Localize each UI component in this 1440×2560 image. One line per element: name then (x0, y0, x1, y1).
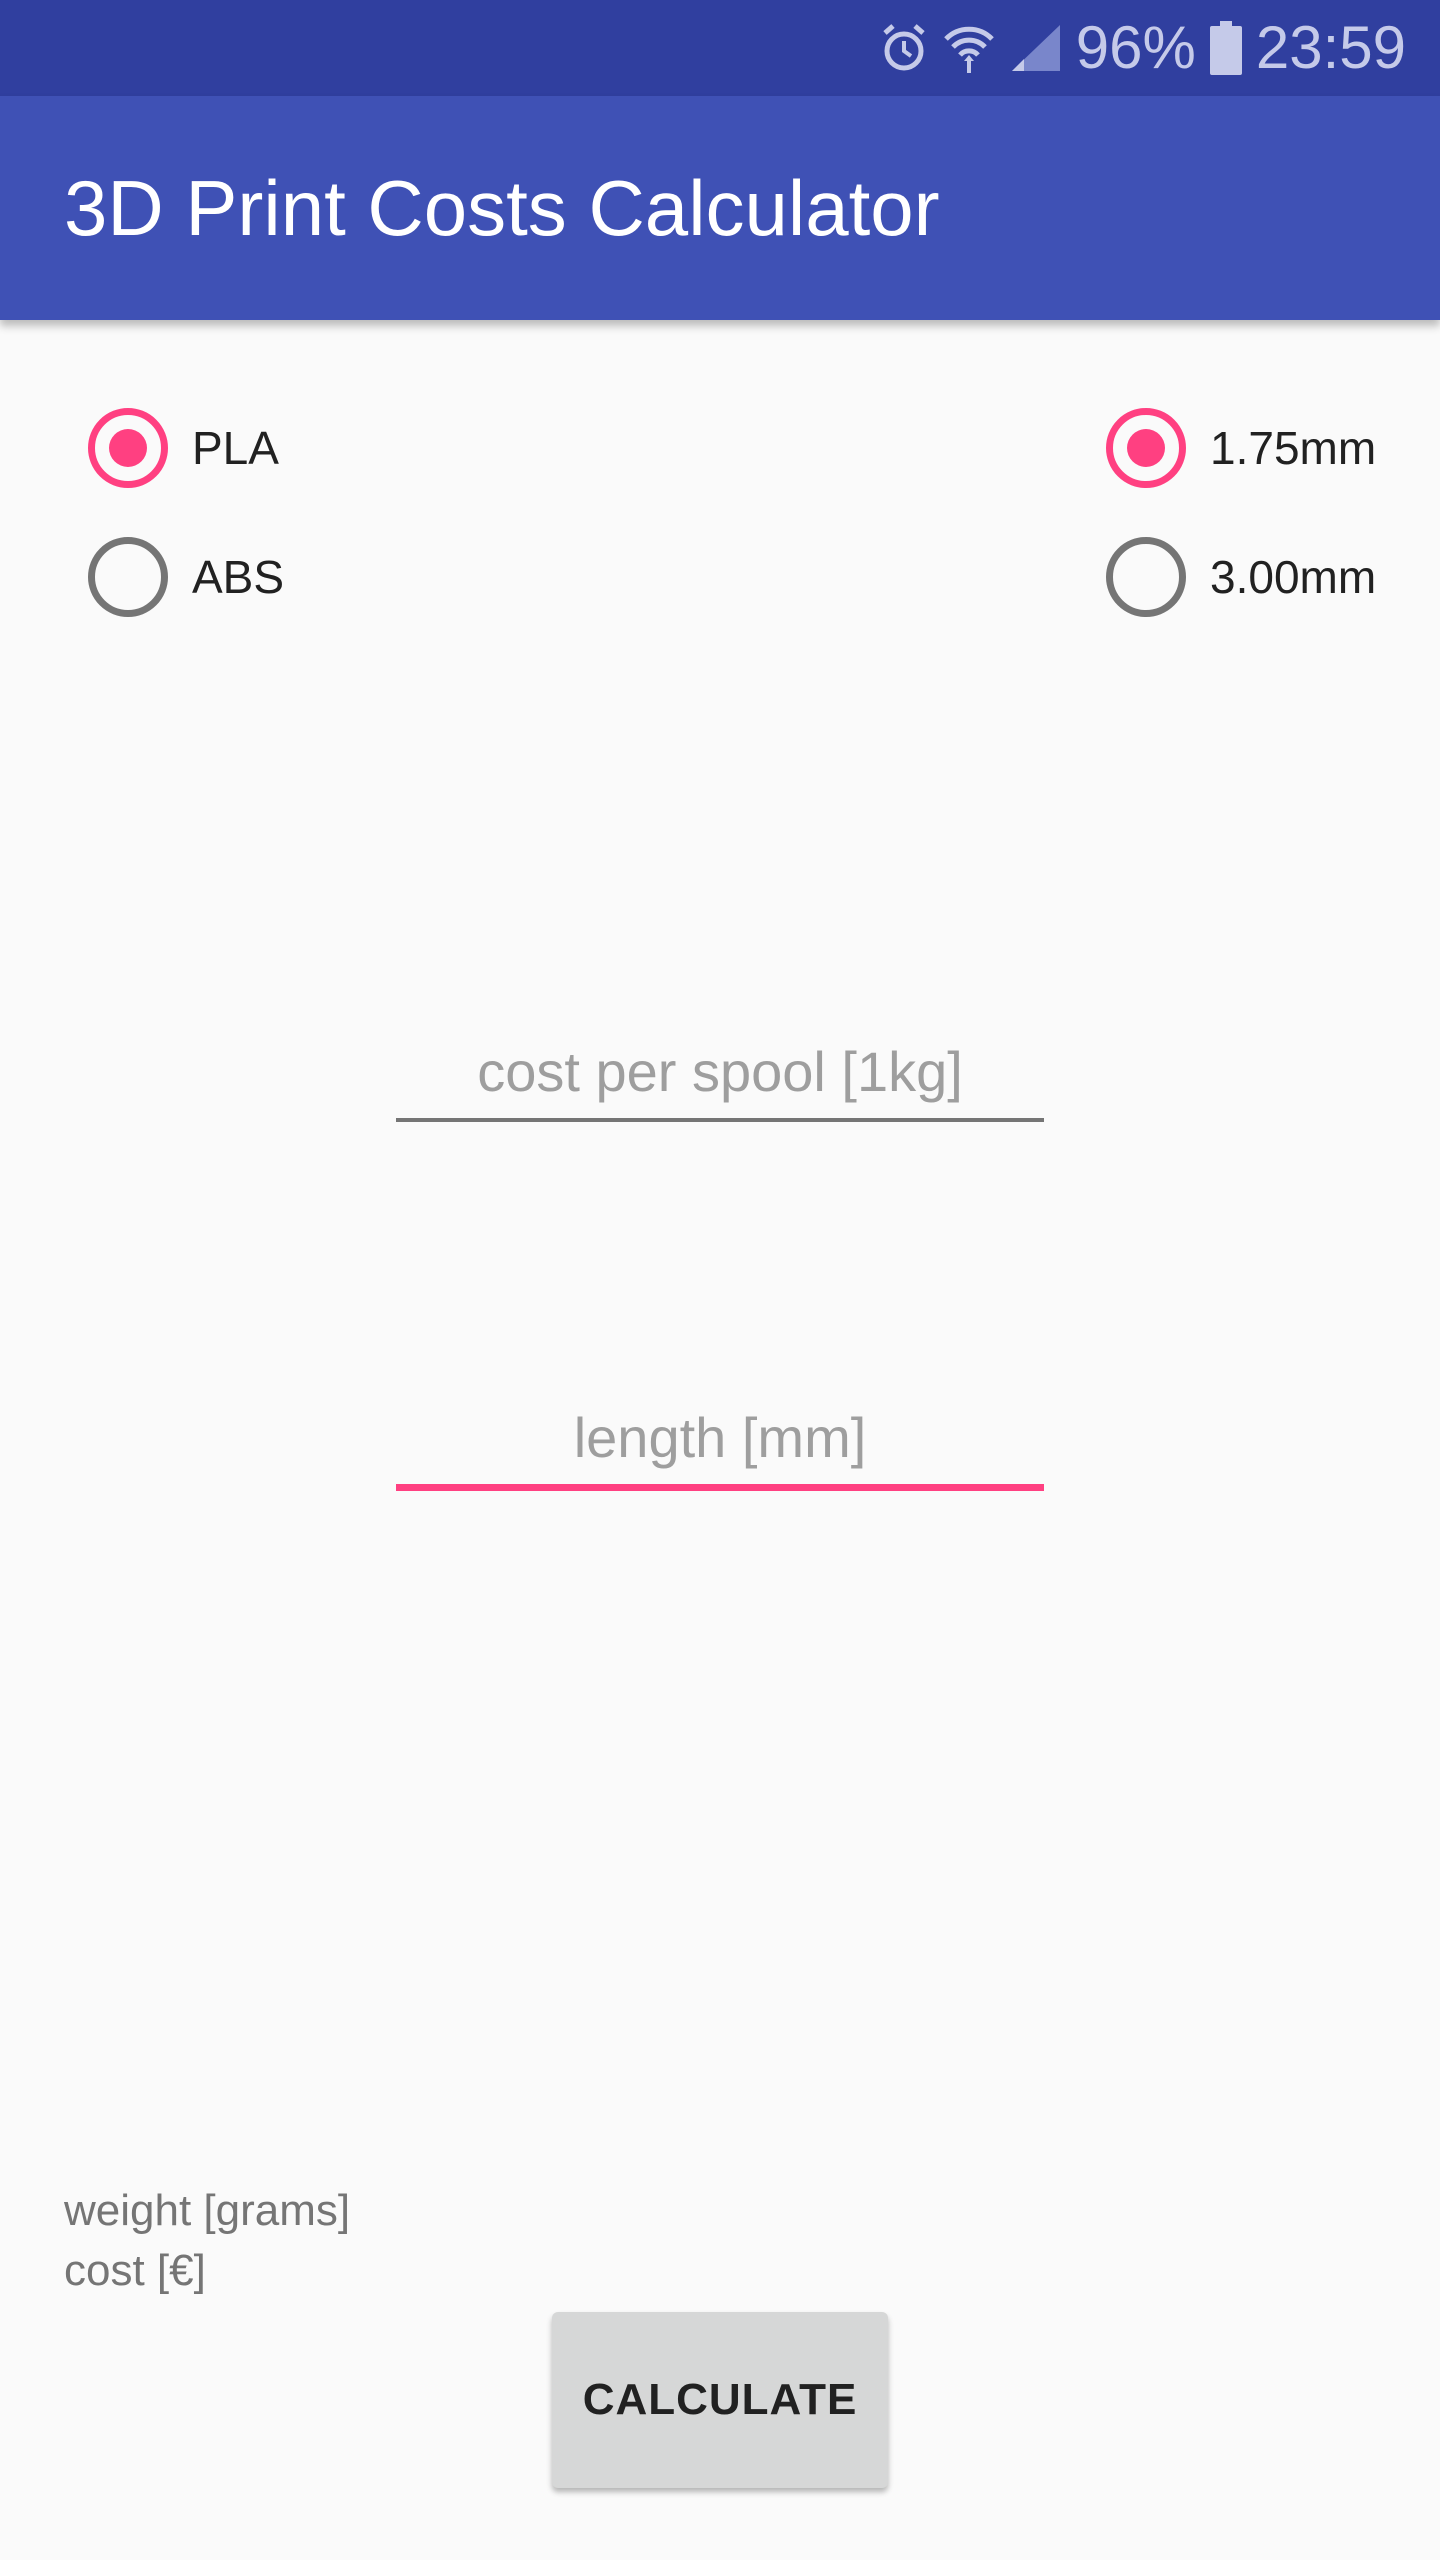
radio-pla[interactable]: PLA (88, 408, 279, 488)
weight-result: weight [grams] (64, 2186, 351, 2235)
wifi-icon (942, 21, 996, 75)
radio-label-pla: PLA (192, 422, 279, 474)
radio-button-unchecked-icon[interactable] (88, 537, 168, 617)
spool-cost-underline (396, 1118, 1044, 1122)
radio-button-unchecked-icon[interactable] (1106, 537, 1186, 617)
cost-result: cost [€] (64, 2246, 206, 2295)
cell-signal-icon (1010, 23, 1062, 73)
length-input[interactable] (396, 1400, 1044, 1484)
radio-label-1-75mm: 1.75mm (1210, 422, 1377, 474)
alarm-icon (880, 22, 928, 74)
app-bar: 3D Print Costs Calculator (0, 96, 1440, 320)
radio-button-checked-icon[interactable] (1106, 408, 1186, 488)
app-title: 3D Print Costs Calculator (64, 164, 940, 252)
radio-3-00mm[interactable]: 3.00mm (1106, 537, 1376, 617)
status-icons: 96% 23:59 (880, 0, 1406, 96)
spool-cost-field[interactable] (396, 1034, 1044, 1122)
radio-label-3-00mm: 3.00mm (1210, 551, 1377, 603)
calculate-button[interactable]: CALCULATE (552, 2312, 888, 2488)
radio-1-75mm[interactable]: 1.75mm (1106, 408, 1376, 488)
battery-percent: 96% (1075, 14, 1196, 81)
radio-button-checked-icon[interactable] (88, 408, 168, 488)
clock: 23:59 (1255, 14, 1406, 81)
length-field[interactable] (396, 1400, 1044, 1491)
radio-abs[interactable]: ABS (88, 537, 284, 617)
spool-cost-input[interactable] (396, 1034, 1044, 1118)
status-bar: 96% 23:59 (0, 0, 1440, 96)
battery-icon (1209, 21, 1242, 75)
radio-label-abs: ABS (192, 551, 285, 603)
length-underline (396, 1484, 1044, 1491)
